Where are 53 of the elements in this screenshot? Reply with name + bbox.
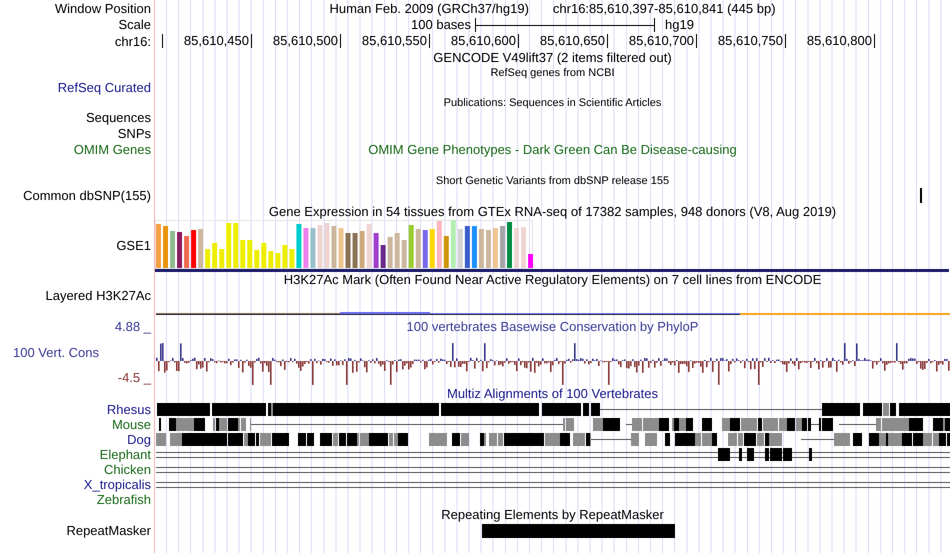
tick-mark [696,34,697,48]
track-label[interactable]: Mouse [112,416,151,432]
track-label: chr16: [114,34,151,50]
track-title: Short Genetic Variants from dbSNP release 155 [436,174,670,188]
tick-mark [518,34,519,48]
track-label[interactable]: 100 Vert. Cons [0,344,99,360]
track-title: Multiz Alignments of 100 Vertebrates [446,386,658,402]
track-title: Gene Expression in 54 tissues from GTEx RNA-seq of 17382 samples, 948 donors (V8, Aug 2019) [268,204,836,220]
track-label[interactable]: RefSeq Curated [58,80,151,96]
track-title: GENCODE V49lift37 (2 items filtered out) [433,50,672,66]
scale-text: 100 bases [411,17,472,33]
track-label[interactable]: Dog [127,432,151,448]
track-label[interactable]: Common dbSNP(155) [23,188,151,204]
track-title: H3K27Ac Mark (Often Found Near Active Regulatory Elements) on 7 cell lines from ENCODE [284,272,822,288]
track-label[interactable]: Zebrafish [96,492,151,508]
ruler-label: 85,610,600 [450,33,516,49]
tick-mark [429,34,430,48]
track-label[interactable]: Sequences [86,110,151,126]
track-title: 100 vertebrates Basewise Conservation by PhyloP [406,319,698,336]
assembly-text: hg19 [665,17,694,33]
track-label[interactable]: GSE1 [116,238,151,254]
tick-mark [340,34,341,48]
track-label[interactable]: X_tropicalis [84,476,151,492]
track-label[interactable]: SNPs [118,126,151,142]
tick-mark [785,34,786,48]
position-text[interactable]: chr16:85,610,397-85,610,841 (445 bp) [552,0,776,16]
tick-mark [251,34,252,48]
track-label[interactable]: OMIM Genes [74,142,151,158]
track-title: Publications: Sequences in Scientific Articles [444,96,662,110]
track-label[interactable]: Chicken [104,462,151,478]
tick-mark [607,34,608,48]
track-title: Repeating Elements by RepeatMasker [441,507,664,523]
tick-mark [162,34,163,48]
assembly-text: Human Feb. 2009 (GRCh37/hg19) [329,0,529,16]
track-title: RefSeq genes from NCBI [490,66,615,80]
track-label[interactable]: Layered H3K27Ac [45,288,151,304]
track-label: Scale [118,17,151,33]
ruler-label: 85,610,750 [718,33,783,49]
axis-label: 4.88 _ [114,319,151,335]
ruler-label: 85,610,500 [272,33,338,49]
track-label[interactable]: Elephant [100,446,151,462]
ruler-label: 85,610,550 [362,33,427,49]
ruler-label: 85,610,650 [540,33,605,49]
ruler-label: 85,610,700 [628,33,694,49]
ruler-label: 85,610,800 [806,33,872,49]
ruler-label: 85,610,450 [184,33,249,49]
variant-tick [920,188,922,203]
track-title: OMIM Gene Phenotypes - Dark Green Can Be Disease-causing [368,142,737,158]
track-label: Window Position [54,0,151,16]
tick-mark [874,34,875,48]
track-label[interactable]: RepeatMasker [66,523,151,539]
track-label[interactable]: Rhesus [106,402,151,418]
axis-label: -4.5 _ [118,370,151,386]
